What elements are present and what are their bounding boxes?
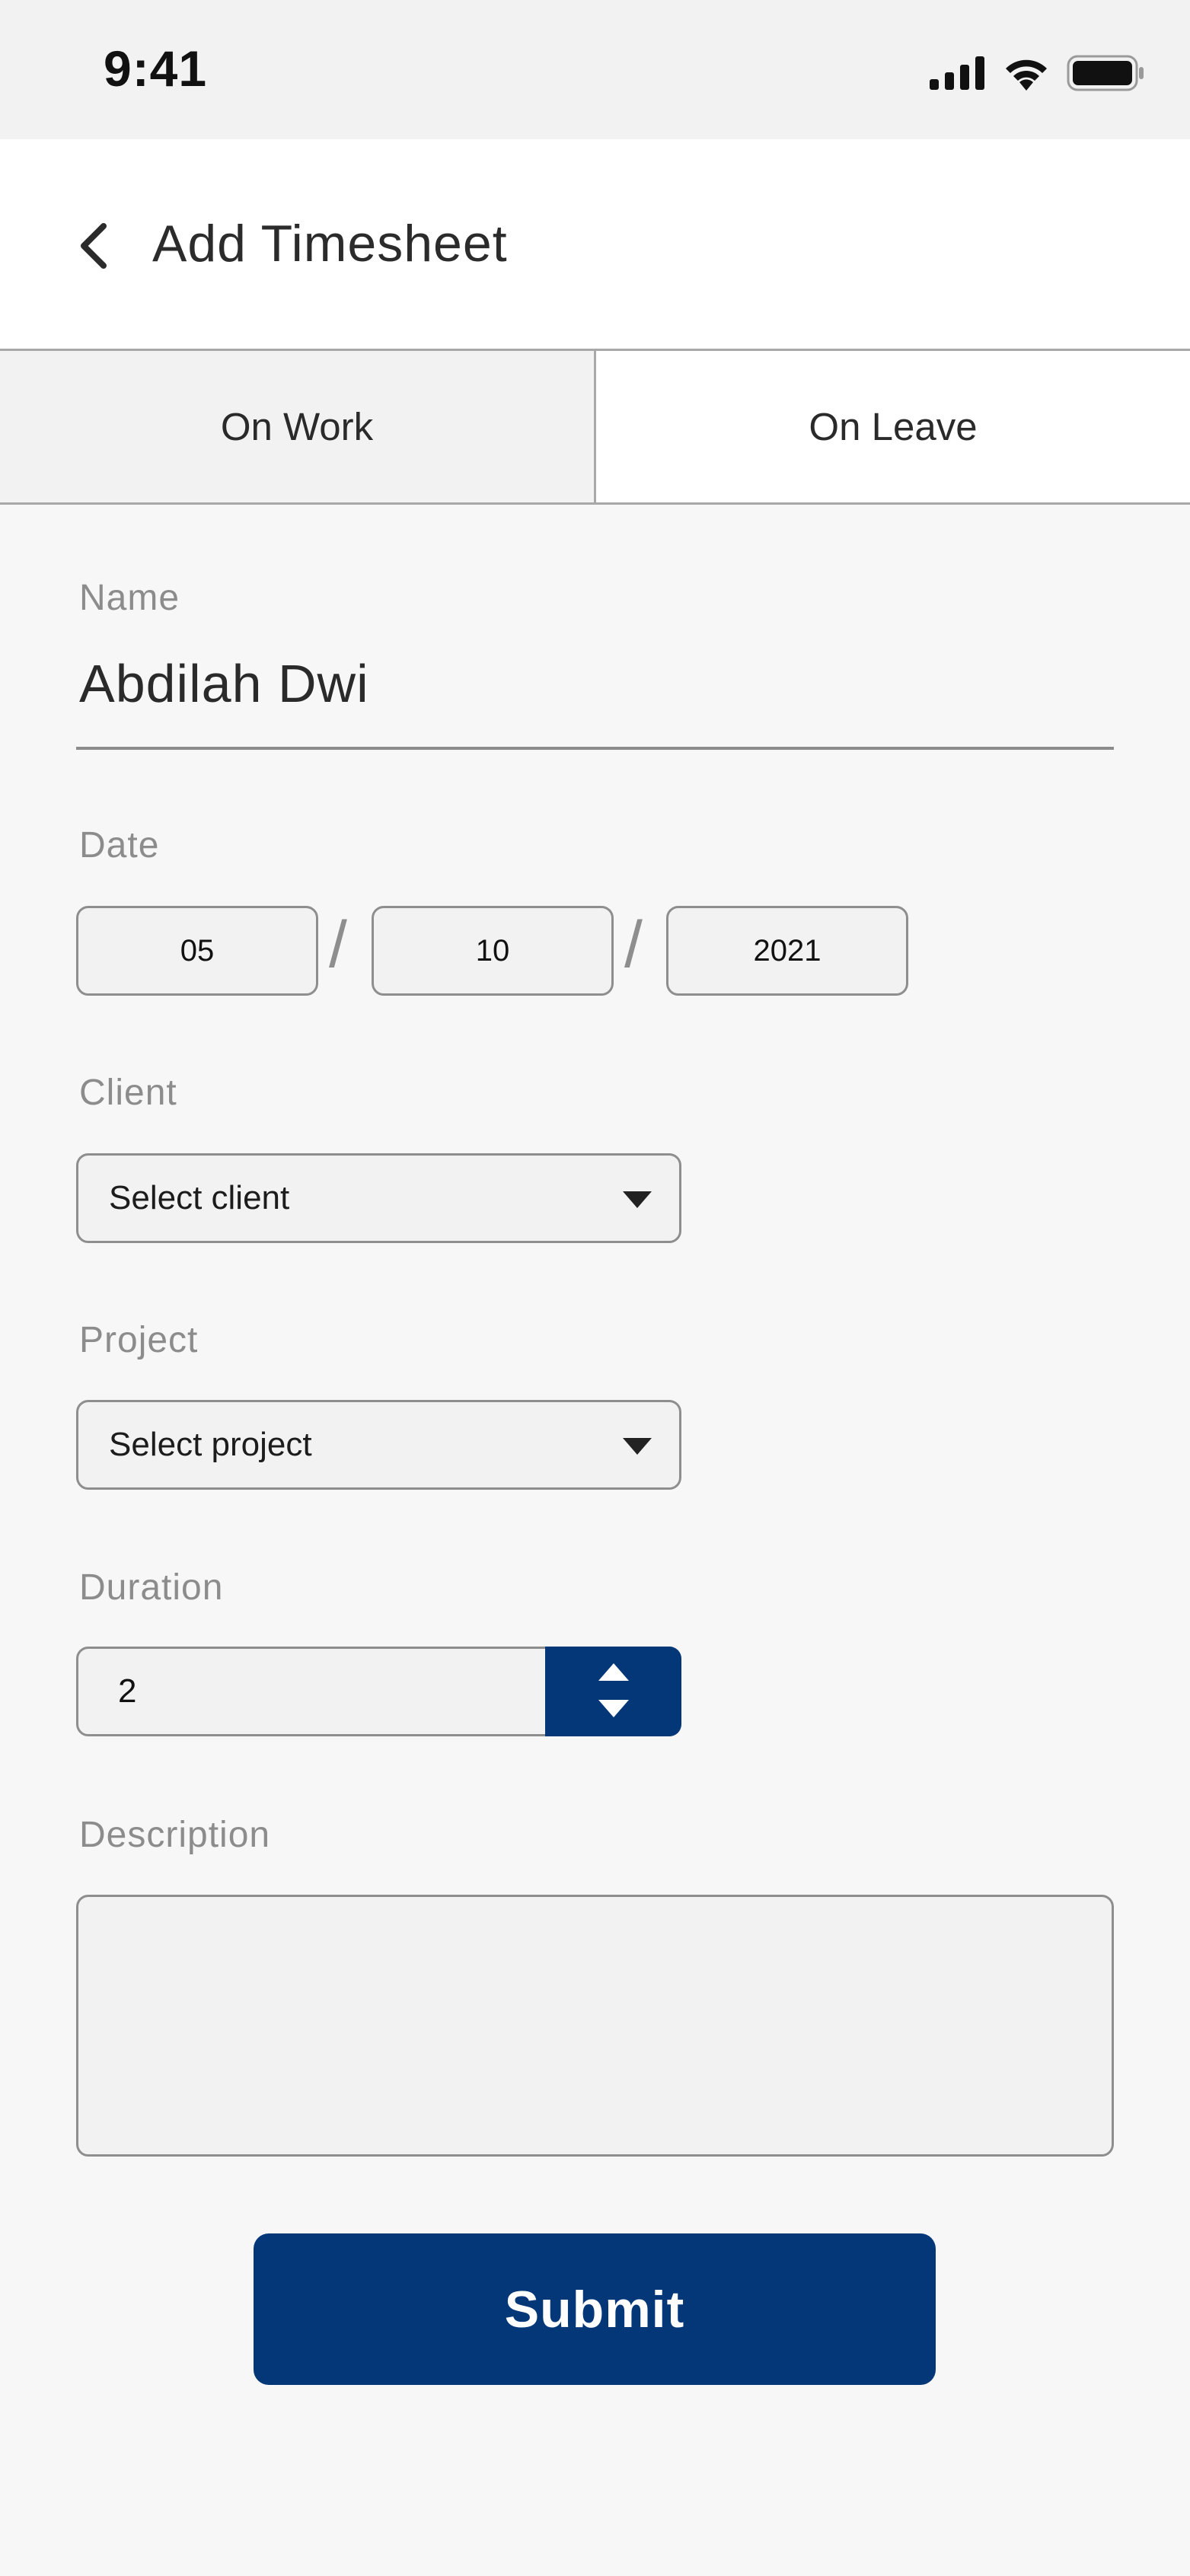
duration-value: 2: [118, 1672, 137, 1710]
project-select-value: Select project: [109, 1426, 312, 1463]
client-select[interactable]: Select client: [76, 1153, 681, 1243]
date-month-field[interactable]: 10: [372, 906, 614, 996]
name-underline: [76, 747, 1114, 750]
submit-button[interactable]: Submit: [254, 2233, 936, 2385]
app-header: Add Timesheet: [0, 139, 1190, 351]
name-label: Name: [79, 578, 180, 618]
date-separator: /: [329, 908, 347, 981]
back-button[interactable]: [67, 215, 120, 276]
status-time: 9:41: [104, 40, 208, 97]
date-day-field[interactable]: 05: [76, 906, 318, 996]
status-bar: 9:41: [0, 0, 1190, 139]
client-select-value: Select client: [109, 1179, 290, 1216]
date-label: Date: [79, 825, 160, 866]
page-title: Add Timesheet: [152, 215, 508, 273]
battery-icon: [1067, 55, 1144, 91]
stepper-up-icon[interactable]: [598, 1663, 629, 1681]
client-label: Client: [79, 1073, 177, 1113]
project-label: Project: [79, 1320, 199, 1360]
description-label: Description: [79, 1815, 271, 1855]
dropdown-caret-icon: [623, 1191, 652, 1208]
name-field[interactable]: Abdilah Dwi: [79, 653, 369, 714]
duration-label: Duration: [79, 1567, 224, 1608]
project-select[interactable]: Select project: [76, 1400, 681, 1490]
tab-bar: On Work On Leave: [0, 351, 1190, 505]
status-icons: [930, 50, 1144, 96]
description-textarea[interactable]: [76, 1895, 1114, 2157]
stepper-down-icon[interactable]: [598, 1700, 629, 1717]
dropdown-caret-icon: [623, 1438, 652, 1455]
back-chevron-icon: [81, 223, 107, 269]
tab-on-work[interactable]: On Work: [0, 351, 596, 505]
wifi-icon: [1006, 59, 1047, 91]
duration-stepper[interactable]: [545, 1647, 681, 1736]
date-year-field[interactable]: 2021: [666, 906, 908, 996]
date-separator: /: [624, 908, 643, 981]
tab-on-leave[interactable]: On Leave: [596, 351, 1190, 505]
cellular-signal-icon: [930, 56, 984, 90]
